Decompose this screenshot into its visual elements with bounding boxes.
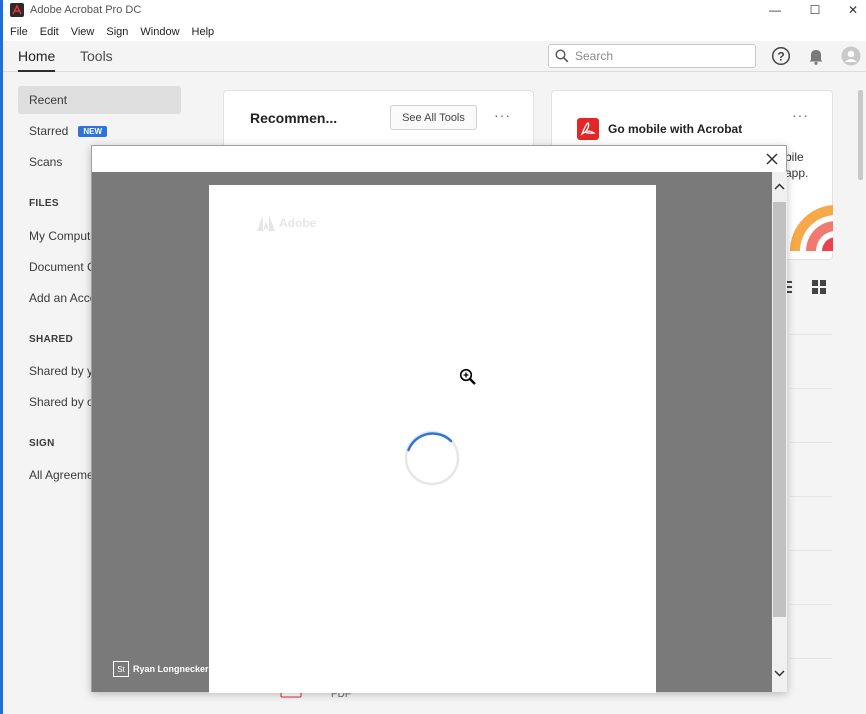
- menu-bar: File Edit View Sign Window Help: [0, 22, 866, 41]
- sidebar-item-label: Shared by o: [29, 395, 94, 409]
- more-options-icon[interactable]: ···: [792, 107, 809, 123]
- mobile-illustration: [790, 205, 833, 251]
- watermark-text: Adobe: [279, 216, 317, 230]
- loading-spinner-icon: [404, 430, 460, 486]
- chevron-down-icon[interactable]: [772, 666, 787, 680]
- chevron-up-icon[interactable]: [772, 180, 787, 194]
- sign-heading: SIGN: [29, 438, 55, 449]
- grid-view-icon[interactable]: [812, 280, 826, 294]
- see-all-tools-button[interactable]: See All Tools: [390, 105, 477, 130]
- menu-edit[interactable]: Edit: [40, 26, 59, 38]
- shared-heading: SHARED: [29, 334, 74, 345]
- search-box[interactable]: [548, 44, 756, 68]
- list-divider: [790, 496, 832, 497]
- list-divider: [790, 442, 832, 443]
- scroll-thumb[interactable]: [773, 202, 786, 617]
- menu-sign[interactable]: Sign: [106, 26, 128, 38]
- tab-home[interactable]: Home: [18, 48, 56, 72]
- main-scrollbar[interactable]: [858, 90, 863, 180]
- sidebar-item-starred[interactable]: Starred NEW: [18, 117, 181, 145]
- list-divider: [790, 334, 832, 335]
- zoom-in-cursor-icon: [459, 368, 476, 385]
- card-text-fragment: bile: [785, 150, 804, 164]
- nav-bar: Home Tools ?: [0, 41, 866, 72]
- window-title: Adobe Acrobat Pro DC: [30, 4, 142, 16]
- sidebar-item-label: My Comput: [29, 229, 91, 243]
- tab-tools[interactable]: Tools: [80, 48, 113, 64]
- recommended-tools-card: Recommen... See All Tools ···: [223, 90, 534, 150]
- stock-logo-icon: St: [113, 661, 129, 677]
- close-window-button[interactable]: ✕: [838, 1, 866, 19]
- card-title: Go mobile with Acrobat: [608, 122, 743, 136]
- adobe-logo-icon: [257, 215, 275, 231]
- sidebar-item-label: Starred: [29, 124, 69, 138]
- card-title: Recommen...: [250, 110, 338, 126]
- list-divider: [790, 604, 832, 605]
- more-options-icon[interactable]: ···: [494, 107, 511, 123]
- preview-modal: Adobe St Ryan Longnecker: [91, 145, 787, 693]
- minimize-button[interactable]: —: [760, 1, 790, 19]
- help-icon[interactable]: ?: [771, 46, 791, 66]
- list-divider: [790, 658, 832, 659]
- adobe-watermark: Adobe: [257, 215, 316, 231]
- author-credit: St Ryan Longnecker: [113, 661, 209, 677]
- sidebar-item-label: Recent: [29, 93, 68, 107]
- list-divider: [790, 388, 832, 389]
- title-bar: Adobe Acrobat Pro DC — ☐ ✕: [0, 0, 866, 22]
- menu-view[interactable]: View: [71, 26, 95, 38]
- modal-viewer: Adobe St Ryan Longnecker: [92, 172, 772, 693]
- list-divider: [790, 550, 832, 551]
- sidebar-item-label: Add an Acco: [29, 291, 97, 305]
- search-icon: [555, 49, 569, 63]
- document-page: Adobe: [209, 185, 656, 693]
- acrobat-pdf-icon: [577, 118, 599, 140]
- search-input[interactable]: [575, 49, 745, 63]
- modal-scrollbar[interactable]: [772, 172, 787, 692]
- menu-file[interactable]: File: [10, 26, 28, 38]
- bell-icon[interactable]: [806, 46, 826, 66]
- sidebar-item-label: All Agreeme: [29, 468, 94, 482]
- menu-help[interactable]: Help: [192, 26, 215, 38]
- svg-text:?: ?: [777, 50, 784, 64]
- modal-header: [92, 146, 786, 172]
- acrobat-window: Adobe Acrobat Pro DC — ☐ ✕ File Edit Vie…: [0, 0, 866, 714]
- maximize-button[interactable]: ☐: [800, 1, 830, 19]
- sidebar-item-recent[interactable]: Recent: [18, 86, 181, 114]
- avatar-icon[interactable]: [841, 46, 861, 66]
- sidebar-item-label: Scans: [29, 155, 63, 169]
- files-heading: FILES: [29, 198, 59, 209]
- card-text-fragment: app.: [785, 166, 809, 180]
- close-icon[interactable]: [764, 151, 780, 167]
- new-badge: NEW: [78, 125, 108, 137]
- acrobat-logo-icon: [10, 3, 24, 17]
- sidebar-item-label: Document C: [29, 260, 96, 274]
- credit-text: Ryan Longnecker: [133, 664, 209, 674]
- sidebar-item-label: Shared by y: [29, 364, 94, 378]
- menu-window[interactable]: Window: [140, 26, 179, 38]
- desktop-edge: [0, 0, 3, 714]
